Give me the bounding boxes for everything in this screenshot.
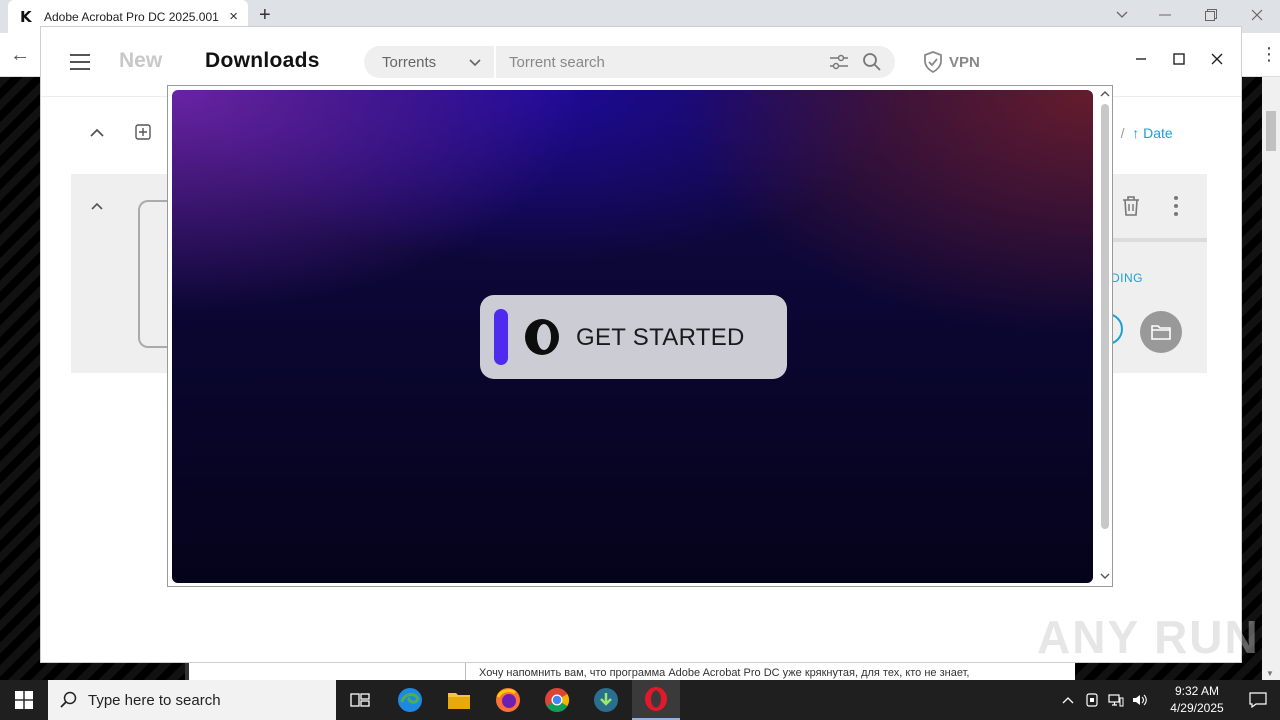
- new-tab-button[interactable]: +: [259, 4, 271, 27]
- windows-taskbar: Type here to search 9:32 AM 4/29/2025: [0, 680, 1280, 720]
- search-input[interactable]: Torrent search: [509, 54, 605, 71]
- volume-icon[interactable]: [1128, 693, 1152, 707]
- add-box-icon[interactable]: [135, 124, 151, 140]
- taskbar-search[interactable]: Type here to search: [48, 680, 336, 720]
- maximize-icon[interactable]: [1171, 51, 1187, 67]
- app-window-controls: [1133, 51, 1225, 67]
- network-icon[interactable]: [1104, 693, 1128, 707]
- close-icon[interactable]: [1209, 51, 1225, 67]
- column-divider: [465, 663, 466, 680]
- torrent-app-icon: [594, 688, 618, 712]
- edge-icon: [398, 688, 422, 712]
- more-vertical-icon[interactable]: [1173, 195, 1179, 217]
- open-folder-button[interactable]: [1140, 311, 1182, 353]
- page-text: Хочу напомнить вам, что программа Adobe …: [479, 667, 970, 679]
- taskbar-opera[interactable]: [632, 680, 680, 720]
- shield-check-icon: [924, 51, 942, 73]
- taskbar-edge[interactable]: [386, 680, 434, 720]
- start-button[interactable]: [0, 680, 48, 720]
- tab-close-icon[interactable]: ×: [229, 8, 238, 25]
- opera-promo-modal: GET STARTED: [167, 85, 1113, 587]
- chrome-icon: [545, 688, 570, 712]
- task-view-icon: [350, 693, 370, 707]
- opera-icon: [645, 687, 667, 711]
- device-icon[interactable]: [1080, 693, 1104, 707]
- page-scrollbar[interactable]: ▼: [1262, 77, 1280, 680]
- get-started-label: GET STARTED: [576, 324, 745, 351]
- modal-scrollbar-thumb[interactable]: [1101, 104, 1109, 529]
- nav-downloads[interactable]: Downloads: [205, 49, 320, 73]
- button-accent-bar: [494, 309, 508, 365]
- browser-menu-icon[interactable]: ⋮: [1260, 44, 1278, 65]
- minimize-icon[interactable]: [1133, 51, 1149, 67]
- page-scrollbar-thumb[interactable]: [1266, 111, 1276, 151]
- menu-icon[interactable]: [70, 54, 90, 70]
- clock-time: 9:32 AM: [1174, 684, 1220, 698]
- folder-icon: [448, 693, 470, 709]
- taskbar-clock[interactable]: 9:32 AM 4/29/2025: [1158, 683, 1236, 717]
- taskbar-firefox[interactable]: [484, 680, 532, 720]
- scroll-up-icon[interactable]: [1100, 90, 1110, 98]
- trash-icon[interactable]: [1121, 195, 1141, 217]
- sort-date-link[interactable]: ↑ Date: [1132, 125, 1172, 141]
- download-status: DING: [1111, 271, 1143, 285]
- back-arrow-icon[interactable]: ←: [10, 44, 30, 67]
- search-bar: Torrents Torrent search: [364, 46, 895, 78]
- filter-settings-icon[interactable]: [829, 53, 849, 71]
- taskbar-search-placeholder: Type here to search: [88, 691, 221, 709]
- vpn-label: VPN: [949, 53, 980, 71]
- windows-logo-icon: [15, 691, 33, 709]
- search-category-select[interactable]: Torrents: [382, 54, 436, 71]
- anyrun-watermark: ANY RUN: [1037, 611, 1260, 663]
- chevron-up-icon[interactable]: [89, 125, 105, 141]
- page-content-strip: Хочу напомнить вам, что программа Adobe …: [185, 663, 1075, 680]
- opera-logo-icon: [525, 319, 559, 355]
- nav-new[interactable]: New: [119, 49, 162, 73]
- vpn-toggle[interactable]: VPN: [923, 51, 980, 73]
- search-icon[interactable]: [862, 52, 882, 72]
- firefox-icon: [496, 688, 520, 712]
- task-view-button[interactable]: [336, 680, 384, 720]
- scroll-down-icon[interactable]: [1100, 572, 1110, 580]
- site-favicon-icon: K: [20, 7, 32, 26]
- chevron-up-icon[interactable]: [90, 200, 104, 214]
- notification-center-icon[interactable]: [1236, 692, 1280, 708]
- scroll-down-icon[interactable]: ▼: [1266, 669, 1274, 678]
- taskbar-torrent-app[interactable]: [582, 680, 630, 720]
- get-started-button[interactable]: GET STARTED: [480, 295, 787, 379]
- taskbar-chrome[interactable]: [533, 680, 581, 720]
- taskbar-file-explorer[interactable]: [435, 680, 483, 720]
- download-progress-track: [1111, 238, 1207, 242]
- search-icon: [60, 691, 77, 708]
- show-hidden-icons-chevron-icon[interactable]: [1056, 696, 1080, 704]
- system-tray: 9:32 AM 4/29/2025: [1056, 680, 1280, 720]
- folder-icon: [1151, 325, 1171, 340]
- tab-title: Adobe Acrobat Pro DC 2025.001: [44, 9, 219, 24]
- sort-bar: d / ↑ Date: [1105, 125, 1173, 141]
- search-separator: [494, 46, 496, 78]
- clock-date: 4/29/2025: [1170, 701, 1224, 715]
- modal-scrollbar[interactable]: [1097, 86, 1112, 586]
- sort-separator: /: [1120, 125, 1125, 141]
- chevron-down-icon[interactable]: [467, 54, 483, 70]
